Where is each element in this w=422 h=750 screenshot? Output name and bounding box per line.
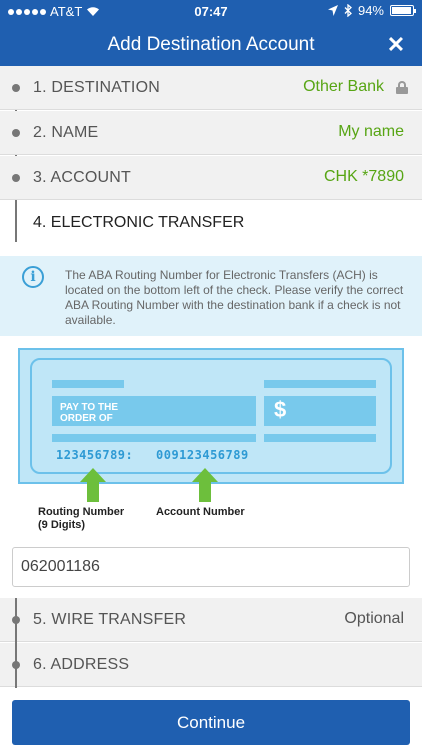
step-label: 1. DESTINATION — [33, 79, 160, 96]
battery-icon — [390, 5, 416, 16]
step-name[interactable]: 2. NAME My name — [0, 111, 422, 155]
routing-caption: Routing Number (9 Digits) — [38, 506, 125, 531]
check-line — [264, 380, 376, 388]
close-icon[interactable]: ✕ — [386, 32, 406, 57]
step-address[interactable]: 6. ADDRESS — [0, 643, 422, 687]
step-destination[interactable]: 1. DESTINATION Other Bank — [0, 66, 422, 110]
step-timeline-bottom — [15, 598, 17, 688]
step-value: My name — [338, 123, 404, 140]
step-label: 2. NAME — [33, 124, 99, 141]
step-label: 5. WIRE TRANSFER — [33, 611, 187, 628]
lock-icon — [396, 81, 408, 94]
page-title: Add Destination Account — [107, 34, 315, 55]
continue-button[interactable]: Continue — [12, 700, 410, 745]
routing-number-input[interactable] — [12, 547, 410, 587]
step-label: 3. ACCOUNT — [33, 169, 132, 186]
battery-percent: 94% — [357, 3, 384, 18]
step-account[interactable]: 3. ACCOUNT CHK *7890 — [0, 156, 422, 200]
status-right: 94% — [327, 3, 416, 18]
dollar-sign: $ — [274, 397, 287, 422]
step-dot — [12, 616, 20, 624]
bluetooth-icon — [344, 4, 352, 17]
step-dot — [12, 174, 20, 182]
routing-number-example: 123456789: — [56, 448, 134, 462]
check-line — [52, 380, 124, 388]
step-label: 4. ELECTRONIC TRANSFER — [33, 214, 245, 231]
info-icon: i — [22, 266, 44, 288]
step-dot — [12, 84, 20, 92]
status-bar: AT&T 07:47 94% — [0, 0, 422, 22]
step-value: Optional — [344, 610, 404, 627]
step-dot — [12, 129, 20, 137]
info-text: The ABA Routing Number for Electronic Tr… — [65, 268, 404, 327]
step-value: CHK *7890 — [323, 168, 404, 185]
info-banner: i The ABA Routing Number for Electronic … — [0, 256, 422, 336]
step-dot — [12, 661, 20, 669]
step-electronic-transfer: 4. ELECTRONIC TRANSFER — [0, 200, 422, 246]
step-wire-transfer[interactable]: 5. WIRE TRANSFER Optional — [0, 598, 422, 642]
step-timeline-active — [15, 200, 17, 242]
step-label: 6. ADDRESS — [33, 656, 130, 673]
account-arrow-icon — [192, 468, 218, 502]
check-line — [52, 434, 256, 442]
step-value: Other Bank — [303, 78, 384, 95]
location-arrow-icon — [327, 5, 338, 16]
pay-to-label: PAY TO THE ORDER OF — [60, 402, 118, 424]
nav-bar: Add Destination Account ✕ — [0, 22, 422, 66]
account-number-example: 009123456789 — [156, 448, 249, 462]
check-line — [264, 434, 376, 442]
account-caption: Account Number — [156, 506, 245, 518]
routing-arrow-icon — [80, 468, 106, 502]
